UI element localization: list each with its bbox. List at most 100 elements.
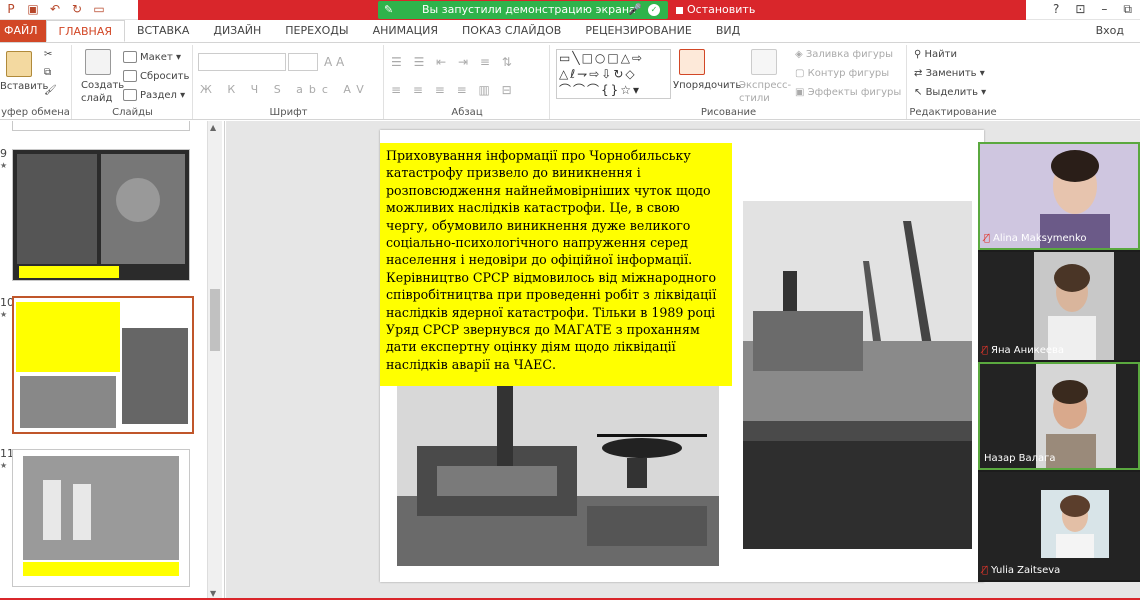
redo-icon[interactable]: ↻	[70, 2, 84, 16]
quick-styles-button[interactable]: Экспресс-стили	[739, 79, 791, 105]
new-slide-button[interactable]: Создать слайд	[81, 79, 124, 105]
participant-tile[interactable]: 🎙̸ Yulia Zaitseva	[978, 472, 1140, 580]
slideshow-icon[interactable]: ▭	[92, 2, 106, 16]
clipboard-group: Вставить ✂ ⧉ 🖌 уфер обмена	[0, 45, 72, 119]
stop-icon	[676, 7, 683, 14]
participant-name-text: Yulia Zaitseva	[991, 565, 1061, 576]
arrange-icon[interactable]	[679, 49, 705, 75]
cursor-icon: ↖	[914, 87, 926, 98]
binoculars-icon: ⚲	[914, 49, 925, 60]
slide-thumbnail-11[interactable]	[12, 449, 190, 587]
sign-in-link[interactable]: Вход	[1096, 24, 1124, 37]
scrollbar-thumb[interactable]	[210, 289, 220, 351]
animation-star-icon: ★	[0, 310, 8, 319]
tab-design[interactable]: ДИЗАЙН	[201, 20, 273, 42]
paste-icon[interactable]	[6, 51, 32, 77]
cut-icon[interactable]: ✂	[44, 49, 52, 60]
participant-tile[interactable]: 🎙̸ Alina Maksymenko	[978, 142, 1140, 250]
save-icon[interactable]: ▣	[26, 2, 40, 16]
slide-text-box[interactable]: Приховування інформації про Чорнобильськ…	[380, 143, 732, 386]
muted-mic-icon: 🎙̸	[984, 233, 991, 244]
scroll-up-icon[interactable]: ▲	[210, 123, 216, 132]
slide-thumbnail-10[interactable]	[12, 296, 194, 434]
share-status-pill[interactable]: ✎ Вы запустили демонстрацию экрана 🎤 ✓	[378, 1, 668, 19]
ribbon-display-icon[interactable]: ⊡	[1075, 2, 1085, 17]
drawing-label: Рисование	[700, 107, 757, 118]
grow-font-icon[interactable]: A A	[324, 55, 344, 69]
reset-icon	[123, 70, 137, 82]
replace-icon: ⇄	[914, 68, 926, 79]
photo-crowd-cranes[interactable]	[743, 201, 972, 549]
slide-10-preview	[14, 298, 192, 432]
participant-name: 🎙̸ Alina Maksymenko	[984, 233, 1087, 244]
new-slide-icon[interactable]	[85, 49, 111, 75]
tab-view[interactable]: ВИД	[704, 20, 752, 42]
find-button[interactable]: ⚲ Найти	[914, 49, 957, 60]
slide-thumbnail-9[interactable]	[12, 149, 190, 281]
participant-name: Назар Валага	[984, 453, 1056, 464]
ribbon-tabs: ФАЙЛ ГЛАВНАЯ ВСТАВКА ДИЗАЙН ПЕРЕХОДЫ АНИ…	[0, 20, 1140, 42]
shape-effects-button[interactable]: ▣ Эффекты фигуры	[795, 87, 901, 98]
shape-fill-button[interactable]: ◈ Заливка фигуры	[795, 49, 893, 60]
participant-name: 🎙̸ Yulia Zaitseva	[982, 565, 1060, 576]
tab-home[interactable]: ГЛАВНАЯ	[45, 20, 125, 42]
participant-name-text: Alina Maksymenko	[993, 233, 1087, 244]
select-button[interactable]: ↖ Выделить ▾	[914, 87, 986, 98]
clipboard-label: уфер обмена	[1, 107, 70, 118]
shape-outline-button[interactable]: ▢ Контур фигуры	[795, 68, 889, 79]
share-status-text: Вы запустили демонстрацию экрана	[422, 3, 636, 16]
paragraph-group: ☰ ☰ ⇤ ⇥ ≡ ⇅ ≡ ≡ ≡ ≡ ▥ ⊟ Абзац	[385, 45, 550, 119]
restore-icon[interactable]: ⧉	[1123, 2, 1132, 17]
arrange-button[interactable]: Упорядочить	[673, 80, 741, 91]
stop-share-button[interactable]: Остановить демонстрацию	[671, 1, 827, 34]
section-button[interactable]: Раздел ▾	[123, 89, 185, 101]
replace-button[interactable]: ⇄ Заменить ▾	[914, 68, 985, 79]
find-label: Найти	[924, 49, 957, 60]
muted-mic-icon: 🎙̸	[982, 345, 989, 356]
help-button[interactable]: ?	[1053, 2, 1059, 17]
layout-icon	[123, 51, 137, 63]
font-label: Шрифт	[269, 107, 308, 118]
animation-star-icon: ★	[0, 161, 8, 170]
tab-review[interactable]: РЕЦЕНЗИРОВАНИЕ	[573, 20, 703, 42]
ribbon: Вставить ✂ ⧉ 🖌 уфер обмена Создать слайд…	[0, 42, 1140, 120]
font-style-buttons[interactable]: Ж К Ч S abc AV	[200, 83, 370, 96]
font-size-select[interactable]	[288, 53, 318, 71]
effects-icon: ▣	[795, 87, 808, 98]
muted-mic-icon: 🎙̸	[982, 565, 989, 576]
reset-label: Сбросить	[140, 71, 190, 82]
paragraph-label: Абзац	[451, 107, 483, 118]
participant-tile[interactable]: Назар Валага	[978, 362, 1140, 470]
photo-reactor-helicopter[interactable]	[397, 386, 719, 566]
layout-button[interactable]: Макет ▾	[123, 51, 181, 63]
quick-styles-icon[interactable]	[751, 49, 777, 75]
tab-file[interactable]: ФАЙЛ	[0, 20, 46, 42]
minimize-icon[interactable]: –	[1101, 2, 1107, 17]
tab-transitions[interactable]: ПЕРЕХОДЫ	[273, 20, 360, 42]
scroll-down-icon[interactable]: ▼	[210, 589, 216, 598]
effects-label: Эффекты фигуры	[807, 87, 902, 98]
slides-group: Создать слайд Макет ▾ Сбросить Раздел ▾ …	[73, 45, 193, 119]
tab-animation[interactable]: АНИМАЦИЯ	[361, 20, 450, 42]
drawing-group: ▭╲□○□△⇨ △ℓ⇁⇨⇩↻◇ ⌒⌒⌒{}☆▾ Упорядочить Экспре…	[551, 45, 907, 119]
tab-slideshow[interactable]: ПОКАЗ СЛАЙДОВ	[450, 20, 573, 42]
thumbnail-previous[interactable]	[12, 121, 190, 131]
animation-star-icon: ★	[0, 461, 8, 470]
paste-button[interactable]: Вставить	[0, 81, 48, 92]
slides-label: Слайды	[112, 107, 153, 118]
editing-group: ⚲ Найти ⇄ Заменить ▾ ↖ Выделить ▾ Редакт…	[908, 45, 998, 119]
thumbnail-scrollbar[interactable]: ▲ ▼	[207, 121, 222, 600]
participant-tile[interactable]: 🎙̸ Яна Аникеева	[978, 252, 1140, 360]
shapes-gallery[interactable]: ▭╲□○□△⇨ △ℓ⇁⇨⇩↻◇ ⌒⌒⌒{}☆▾	[556, 49, 671, 99]
align-buttons[interactable]: ≡ ≡ ≡ ≡ ▥ ⊟	[391, 83, 516, 97]
reset-button[interactable]: Сбросить	[123, 70, 189, 82]
font-family-select[interactable]	[198, 53, 286, 71]
slide-9-preview	[13, 150, 189, 280]
format-painter-icon[interactable]: 🖌	[44, 85, 57, 96]
copy-icon[interactable]: ⧉	[44, 67, 51, 78]
participant-name-text: Яна Аникеева	[991, 345, 1065, 356]
undo-icon[interactable]: ↶	[48, 2, 62, 16]
list-buttons[interactable]: ☰ ☰ ⇤ ⇥ ≡ ⇅	[391, 55, 516, 69]
powerpoint-app-icon: P	[7, 2, 15, 16]
tab-insert[interactable]: ВСТАВКА	[125, 20, 201, 42]
